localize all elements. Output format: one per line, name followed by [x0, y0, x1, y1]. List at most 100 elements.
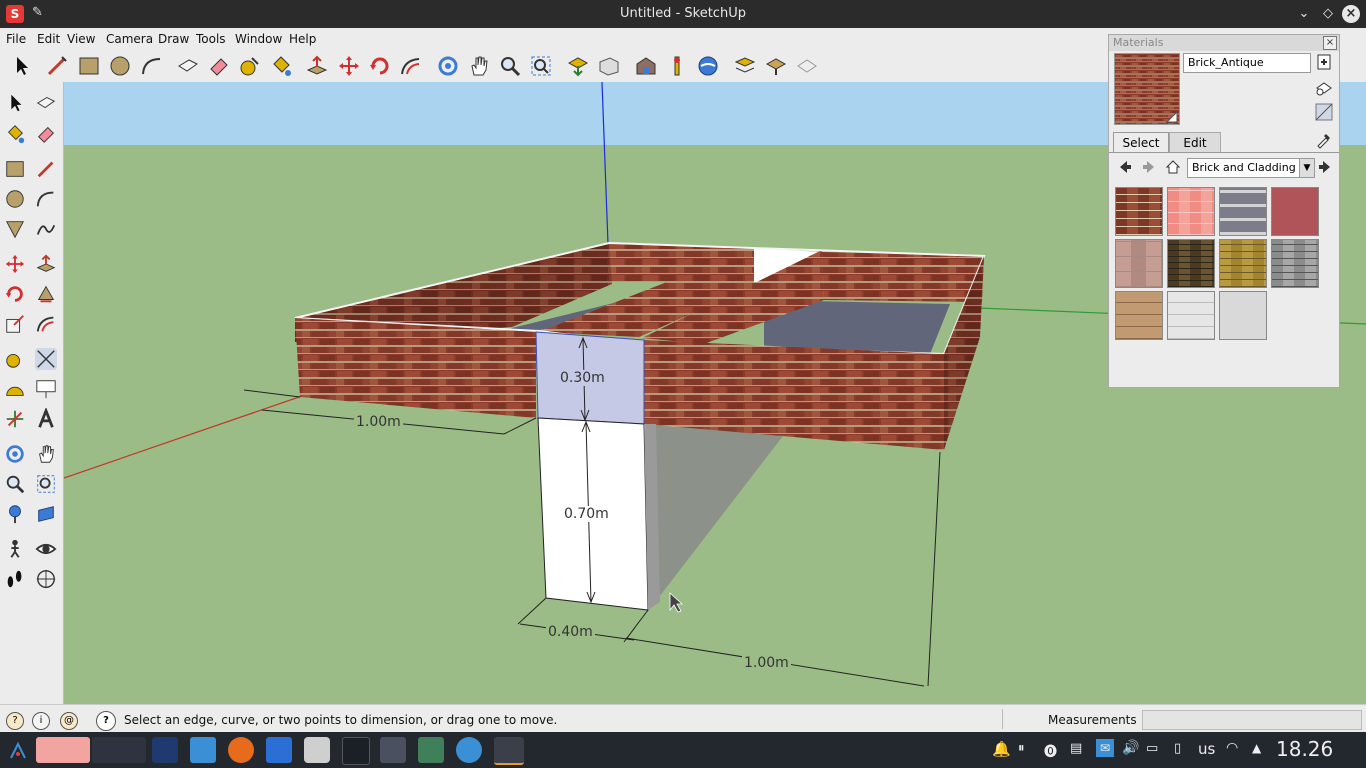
material-swatch-brick-antique[interactable]	[1115, 187, 1163, 236]
tab-edit[interactable]: Edit	[1169, 132, 1221, 153]
text-tool-icon[interactable]	[35, 378, 57, 400]
position-camera-target-icon[interactable]	[35, 568, 57, 590]
desktop-1-thumbnail[interactable]	[36, 737, 90, 763]
menu-help[interactable]: Help	[289, 32, 316, 46]
push-pull-icon[interactable]	[35, 253, 57, 275]
rotate-tool-icon[interactable]	[4, 283, 26, 305]
collection-dropdown[interactable]: Brick and Cladding ▼	[1187, 158, 1315, 178]
menu-file[interactable]: File	[6, 32, 26, 46]
make-component-icon[interactable]	[35, 92, 57, 114]
zoom-extents-icon[interactable]	[35, 473, 57, 495]
geo-location-icon[interactable]	[696, 54, 720, 78]
share-model-icon[interactable]	[597, 54, 621, 78]
dimension-tool-icon[interactable]	[35, 348, 57, 370]
active-window-indicator[interactable]	[494, 737, 524, 765]
offset-tool-icon[interactable]	[35, 313, 57, 335]
dimension-label-bottom-width[interactable]: 1.00m	[742, 655, 791, 671]
freehand-tool-icon[interactable]	[35, 218, 57, 240]
arc-tool-icon[interactable]	[140, 54, 164, 78]
firefox-icon[interactable]	[228, 737, 254, 763]
measurements-input[interactable]	[1142, 710, 1362, 730]
orbit-icon[interactable]	[4, 443, 26, 465]
material-swatch-yellow-brick[interactable]	[1219, 239, 1267, 288]
get-models-icon[interactable]	[566, 54, 590, 78]
wifi-icon[interactable]: ◠	[1226, 740, 1238, 756]
dimension-label-top-height[interactable]: 0.30m	[558, 370, 607, 386]
circle-tool-icon[interactable]	[108, 54, 132, 78]
home-icon[interactable]	[1165, 159, 1181, 175]
rectangle-tool-icon[interactable]	[77, 54, 101, 78]
create-material-icon[interactable]	[1315, 79, 1333, 97]
chevron-down-icon[interactable]: ▼	[1299, 159, 1314, 177]
rotate-tool-icon[interactable]	[368, 54, 392, 78]
material-swatch-gray-brick[interactable]	[1271, 239, 1319, 288]
protractor-icon[interactable]	[4, 378, 26, 400]
pause-icon[interactable]: ⏸	[1018, 741, 1025, 756]
line-tool-icon[interactable]	[45, 54, 69, 78]
details-arrow-icon[interactable]	[1317, 159, 1333, 175]
message-icon[interactable]: ✉	[1096, 739, 1114, 757]
move-tool-icon[interactable]	[4, 253, 26, 275]
layout-icon[interactable]	[733, 54, 757, 78]
calc-app-icon[interactable]	[152, 737, 178, 763]
select-tool-icon[interactable]	[9, 54, 33, 78]
select-tool-icon[interactable]	[4, 92, 26, 114]
pan-icon[interactable]	[35, 443, 57, 465]
storage-icon[interactable]: ▯	[1174, 741, 1181, 756]
text-editor-icon[interactable]	[266, 737, 292, 763]
menu-tools[interactable]: Tools	[196, 32, 226, 46]
sample-paint-eyedropper-icon[interactable]	[1315, 131, 1333, 149]
terminal-icon[interactable]	[342, 737, 370, 765]
menu-camera[interactable]: Camera	[106, 32, 153, 46]
menu-draw[interactable]: Draw	[158, 32, 189, 46]
push-pull-icon[interactable]	[305, 54, 329, 78]
sketchup-taskbar-icon[interactable]	[380, 737, 406, 763]
follow-me-icon[interactable]	[35, 283, 57, 305]
material-swatch-red-stone[interactable]	[1271, 187, 1319, 236]
keyboard-layout[interactable]: us	[1198, 740, 1215, 758]
maximize-button[interactable]: ◇	[1318, 4, 1338, 24]
zoom-extents-icon[interactable]	[529, 54, 553, 78]
material-swatch-wood-siding[interactable]	[1115, 291, 1163, 340]
footprints-icon[interactable]	[4, 568, 26, 590]
material-swatch-pink-tile[interactable]	[1167, 187, 1215, 236]
forward-arrow-icon[interactable]	[1141, 159, 1157, 175]
tape-measure-icon[interactable]	[4, 348, 26, 370]
material-swatch-granite-blocks[interactable]	[1219, 187, 1267, 236]
battery-icon[interactable]: ▭	[1146, 741, 1158, 756]
section-plane-icon[interactable]	[35, 503, 57, 525]
line-tool-icon[interactable]	[35, 158, 57, 180]
eraser-icon[interactable]	[207, 54, 231, 78]
disabled-tool-icon[interactable]	[795, 54, 819, 78]
pan-icon[interactable]	[467, 54, 491, 78]
circle-tool-icon[interactable]	[4, 188, 26, 210]
instructor-help-icon[interactable]: ?	[96, 711, 116, 731]
user-status-icon[interactable]: @	[60, 712, 78, 730]
walk-icon[interactable]	[4, 538, 26, 560]
browser-icon[interactable]	[456, 737, 482, 763]
zoom-icon[interactable]	[4, 473, 26, 495]
polygon-tool-icon[interactable]	[4, 218, 26, 240]
tape-measure-icon[interactable]	[238, 54, 262, 78]
paint-bucket-icon[interactable]	[4, 123, 26, 145]
minimize-button[interactable]: ⌄	[1294, 4, 1314, 24]
file-manager-icon[interactable]	[190, 737, 216, 763]
volume-icon[interactable]: 🔊	[1122, 740, 1139, 756]
desktop-2-thumbnail[interactable]	[92, 737, 146, 763]
axes-tool-icon[interactable]	[4, 408, 26, 430]
position-camera-icon[interactable]	[4, 503, 26, 525]
scale-tool-icon[interactable]	[4, 313, 26, 335]
default-material-icon[interactable]	[1316, 53, 1332, 71]
material-swatch-white-siding[interactable]	[1167, 291, 1215, 340]
audio-app-icon[interactable]	[304, 737, 330, 763]
dimension-label-left-width[interactable]: 1.00m	[354, 414, 403, 430]
menu-view[interactable]: View	[67, 32, 95, 46]
rectangle-tool-icon[interactable]	[4, 158, 26, 180]
3d-text-icon[interactable]	[35, 408, 57, 430]
credits-status-icon[interactable]: i	[32, 712, 50, 730]
material-name-field[interactable]: Brick_Antique	[1183, 53, 1311, 73]
notification-icon[interactable]: 🔔	[992, 740, 1011, 758]
paint-bucket-icon[interactable]	[269, 54, 293, 78]
dimension-label-post-height[interactable]: 0.70m	[562, 506, 611, 522]
offset-tool-icon[interactable]	[399, 54, 423, 78]
